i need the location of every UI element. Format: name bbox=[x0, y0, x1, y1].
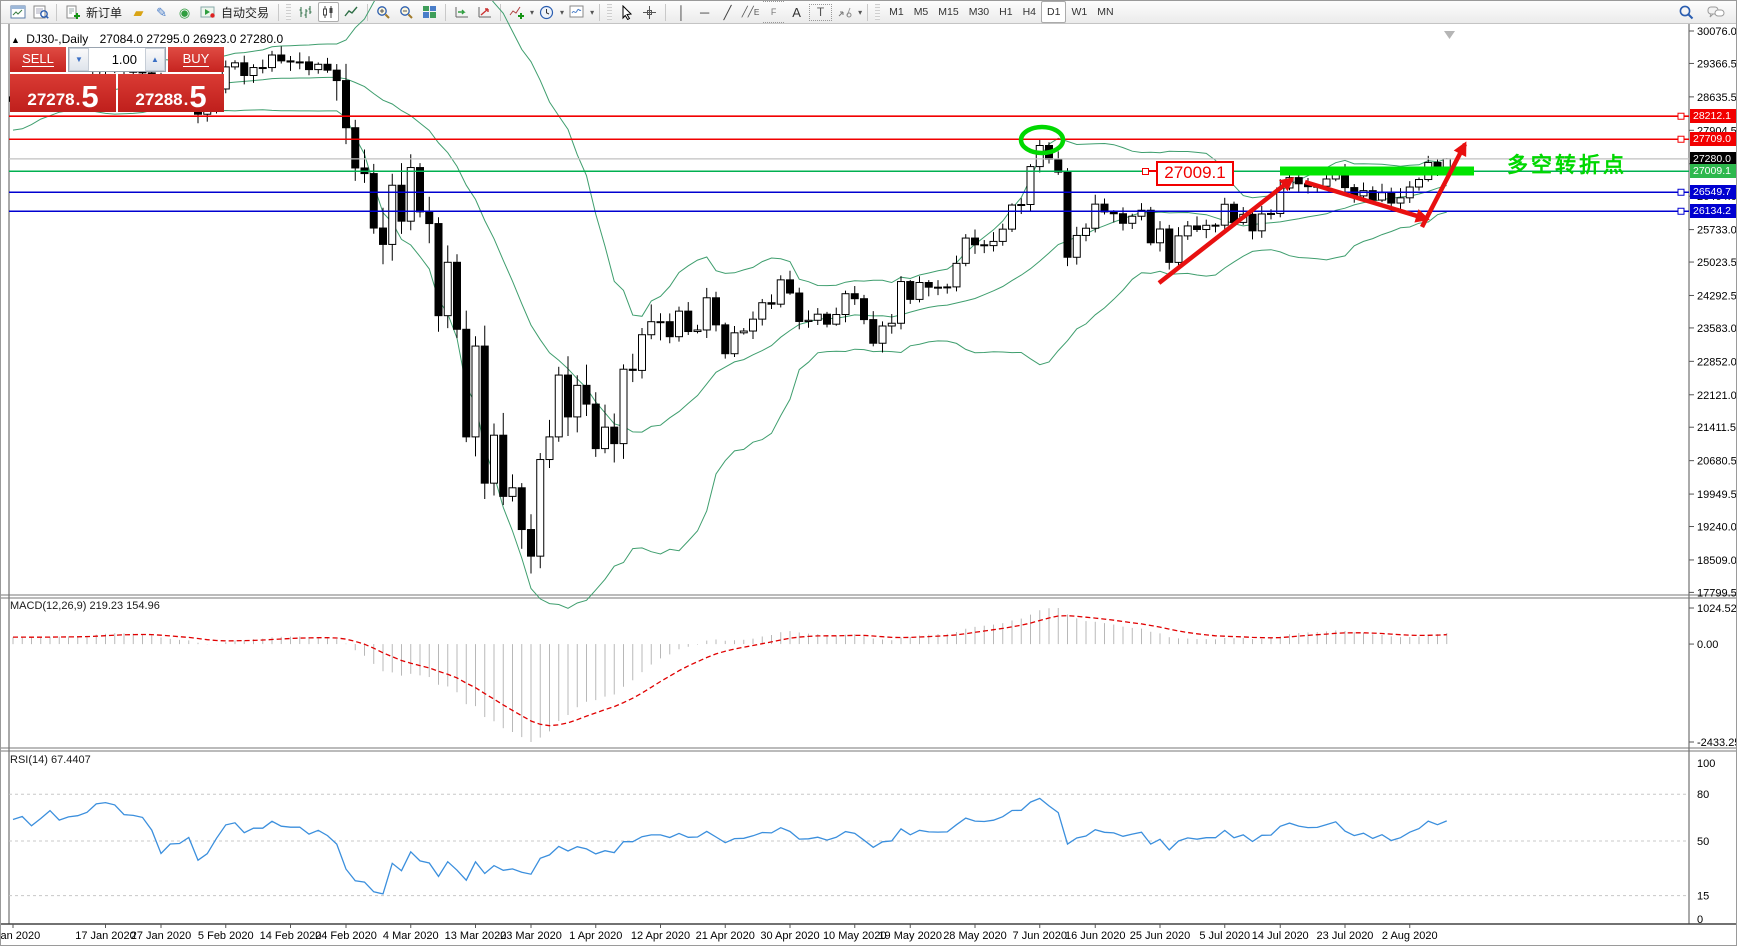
svg-text:28635.5: 28635.5 bbox=[1697, 92, 1737, 104]
svg-text:24 Feb 2020: 24 Feb 2020 bbox=[315, 930, 377, 942]
svg-text:17 Jan 2020: 17 Jan 2020 bbox=[75, 930, 136, 942]
svg-text:19 May 2020: 19 May 2020 bbox=[878, 930, 942, 942]
macd-axis: 1024.52 0.00 -2433.25 bbox=[1689, 603, 1737, 749]
analysis-objects[interactable] bbox=[1018, 124, 1474, 285]
svg-text:20680.5: 20680.5 bbox=[1697, 456, 1737, 468]
svg-text:25023.5: 25023.5 bbox=[1697, 257, 1737, 269]
sell-label: SELL bbox=[22, 51, 54, 67]
volume-decrease-button[interactable]: ▼ bbox=[69, 48, 89, 71]
buy-price-dot: . bbox=[183, 90, 189, 109]
date-axis: 3 Jan 2020 17 Jan 202027 Jan 2020 5 Feb 20… bbox=[1, 924, 1438, 942]
svg-text:3 Jan 2020: 3 Jan 2020 bbox=[1, 930, 40, 942]
svg-text:22121.0: 22121.0 bbox=[1697, 390, 1737, 402]
svg-text:23 Jul 2020: 23 Jul 2020 bbox=[1317, 930, 1374, 942]
svg-text:15: 15 bbox=[1697, 891, 1709, 903]
chart-shift-marker[interactable] bbox=[1444, 31, 1455, 39]
level-price-badge: 28212.1 bbox=[1690, 109, 1736, 124]
level-price-badge: 27009.1 bbox=[1690, 164, 1736, 179]
buy-price-int: 27288 bbox=[135, 90, 183, 109]
svg-text:2 Aug 2020: 2 Aug 2020 bbox=[1382, 930, 1438, 942]
sell-price-int: 27278 bbox=[27, 90, 75, 109]
level-price-badge: 27709.0 bbox=[1690, 132, 1736, 147]
bollinger-bands bbox=[12, 1, 1447, 609]
svg-text:7 Jun 2020: 7 Jun 2020 bbox=[1013, 930, 1067, 942]
candlestick-series bbox=[9, 46, 1451, 574]
svg-text:80: 80 bbox=[1697, 789, 1709, 801]
sell-button[interactable]: SELL bbox=[10, 47, 66, 72]
svg-text:19949.5: 19949.5 bbox=[1697, 489, 1737, 501]
buy-price[interactable]: 27288. 5 bbox=[118, 74, 224, 112]
buy-price-frac: 5 bbox=[189, 79, 207, 114]
svg-text:24292.5: 24292.5 bbox=[1697, 290, 1737, 302]
svg-text:18509.0: 18509.0 bbox=[1697, 555, 1737, 567]
macd-histogram bbox=[12, 608, 1448, 742]
svg-text:5 Jul 2020: 5 Jul 2020 bbox=[1199, 930, 1250, 942]
svg-text:50: 50 bbox=[1697, 836, 1709, 848]
one-click-trading-panel: SELL ▼ 1.00 ▲ BUY 27278. 5 27288. 5 bbox=[10, 47, 224, 112]
buy-label: BUY bbox=[182, 51, 210, 67]
svg-text:25733.0: 25733.0 bbox=[1697, 225, 1737, 237]
svg-text:23583.0: 23583.0 bbox=[1697, 323, 1737, 335]
svg-text:100: 100 bbox=[1697, 758, 1715, 770]
svg-text:0: 0 bbox=[1697, 914, 1703, 926]
svg-text:12 Apr 2020: 12 Apr 2020 bbox=[631, 930, 690, 942]
price-callout-label[interactable]: 27009.1 bbox=[1156, 161, 1234, 186]
sell-price-dot: . bbox=[75, 90, 81, 109]
collapse-panel-icon[interactable]: ▲ bbox=[11, 35, 20, 45]
chart-symbol: DJ30-,Daily bbox=[26, 32, 89, 46]
trading-terminal-window: 新订单 ▰ ✎ ◉ 自动交易 ▾ ▾ ▾ │ ─ ╱ ╱╱ E F A T ▾ … bbox=[0, 0, 1737, 946]
chart-canvas[interactable]: 30076.029366.528635.527904.527173.526464… bbox=[1, 1, 1737, 946]
turning-point-annotation[interactable]: 多空转折点 bbox=[1507, 149, 1627, 179]
svg-text:17799.5: 17799.5 bbox=[1697, 587, 1737, 599]
volume-input[interactable]: 1.00 bbox=[89, 48, 145, 71]
svg-text:-2433.25: -2433.25 bbox=[1697, 737, 1737, 749]
svg-text:16 Jun 2020: 16 Jun 2020 bbox=[1065, 930, 1126, 942]
svg-text:28 May 2020: 28 May 2020 bbox=[943, 930, 1007, 942]
sell-price[interactable]: 27278. 5 bbox=[10, 74, 116, 112]
svg-text:1 Apr 2020: 1 Apr 2020 bbox=[569, 930, 622, 942]
svg-text:30 Apr 2020: 30 Apr 2020 bbox=[760, 930, 819, 942]
svg-text:21 Apr 2020: 21 Apr 2020 bbox=[696, 930, 755, 942]
price-callout-anchor[interactable] bbox=[1142, 167, 1149, 175]
chart-ohlc: 27084.0 27295.0 26923.0 27280.0 bbox=[99, 32, 284, 46]
rsi-line bbox=[12, 797, 1447, 895]
svg-text:10 May 2020: 10 May 2020 bbox=[823, 930, 887, 942]
svg-text:23 Mar 2020: 23 Mar 2020 bbox=[500, 930, 562, 942]
macd-signal-line bbox=[13, 615, 1447, 727]
svg-text:21411.5: 21411.5 bbox=[1697, 422, 1736, 434]
svg-text:29366.5: 29366.5 bbox=[1697, 58, 1737, 70]
chart-title: ▲ DJ30-,Daily 27084.0 27295.0 26923.0 27… bbox=[11, 32, 283, 46]
macd-indicator-label: MACD(12,26,9) 219.23 154.96 bbox=[10, 600, 160, 612]
volume-increase-button[interactable]: ▲ bbox=[145, 48, 165, 71]
rsi-indicator-label: RSI(14) 67.4407 bbox=[10, 754, 91, 766]
buy-button[interactable]: BUY bbox=[168, 47, 224, 72]
rsi-levels bbox=[9, 793, 1689, 897]
svg-text:22852.0: 22852.0 bbox=[1697, 356, 1737, 368]
level-price-badge: 26549.7 bbox=[1690, 185, 1736, 200]
svg-text:1024.52: 1024.52 bbox=[1697, 603, 1737, 615]
volume-stepper: ▼ 1.00 ▲ bbox=[68, 47, 166, 72]
sell-price-frac: 5 bbox=[81, 79, 99, 114]
svg-text:14 Feb 2020: 14 Feb 2020 bbox=[260, 930, 322, 942]
svg-text:4 Mar 2020: 4 Mar 2020 bbox=[383, 930, 439, 942]
svg-text:0.00: 0.00 bbox=[1697, 639, 1718, 651]
rsi-axis: 100 80 50 15 0 bbox=[1697, 758, 1715, 926]
svg-text:14 Jul 2020: 14 Jul 2020 bbox=[1252, 930, 1309, 942]
svg-text:19240.0: 19240.0 bbox=[1697, 522, 1737, 534]
svg-text:25 Jun 2020: 25 Jun 2020 bbox=[1130, 930, 1191, 942]
level-price-badge: 26134.2 bbox=[1690, 204, 1736, 219]
svg-text:5 Feb 2020: 5 Feb 2020 bbox=[198, 930, 254, 942]
svg-text:13 Mar 2020: 13 Mar 2020 bbox=[445, 930, 507, 942]
svg-text:30076.0: 30076.0 bbox=[1697, 26, 1737, 38]
svg-text:27 Jan 2020: 27 Jan 2020 bbox=[131, 930, 192, 942]
